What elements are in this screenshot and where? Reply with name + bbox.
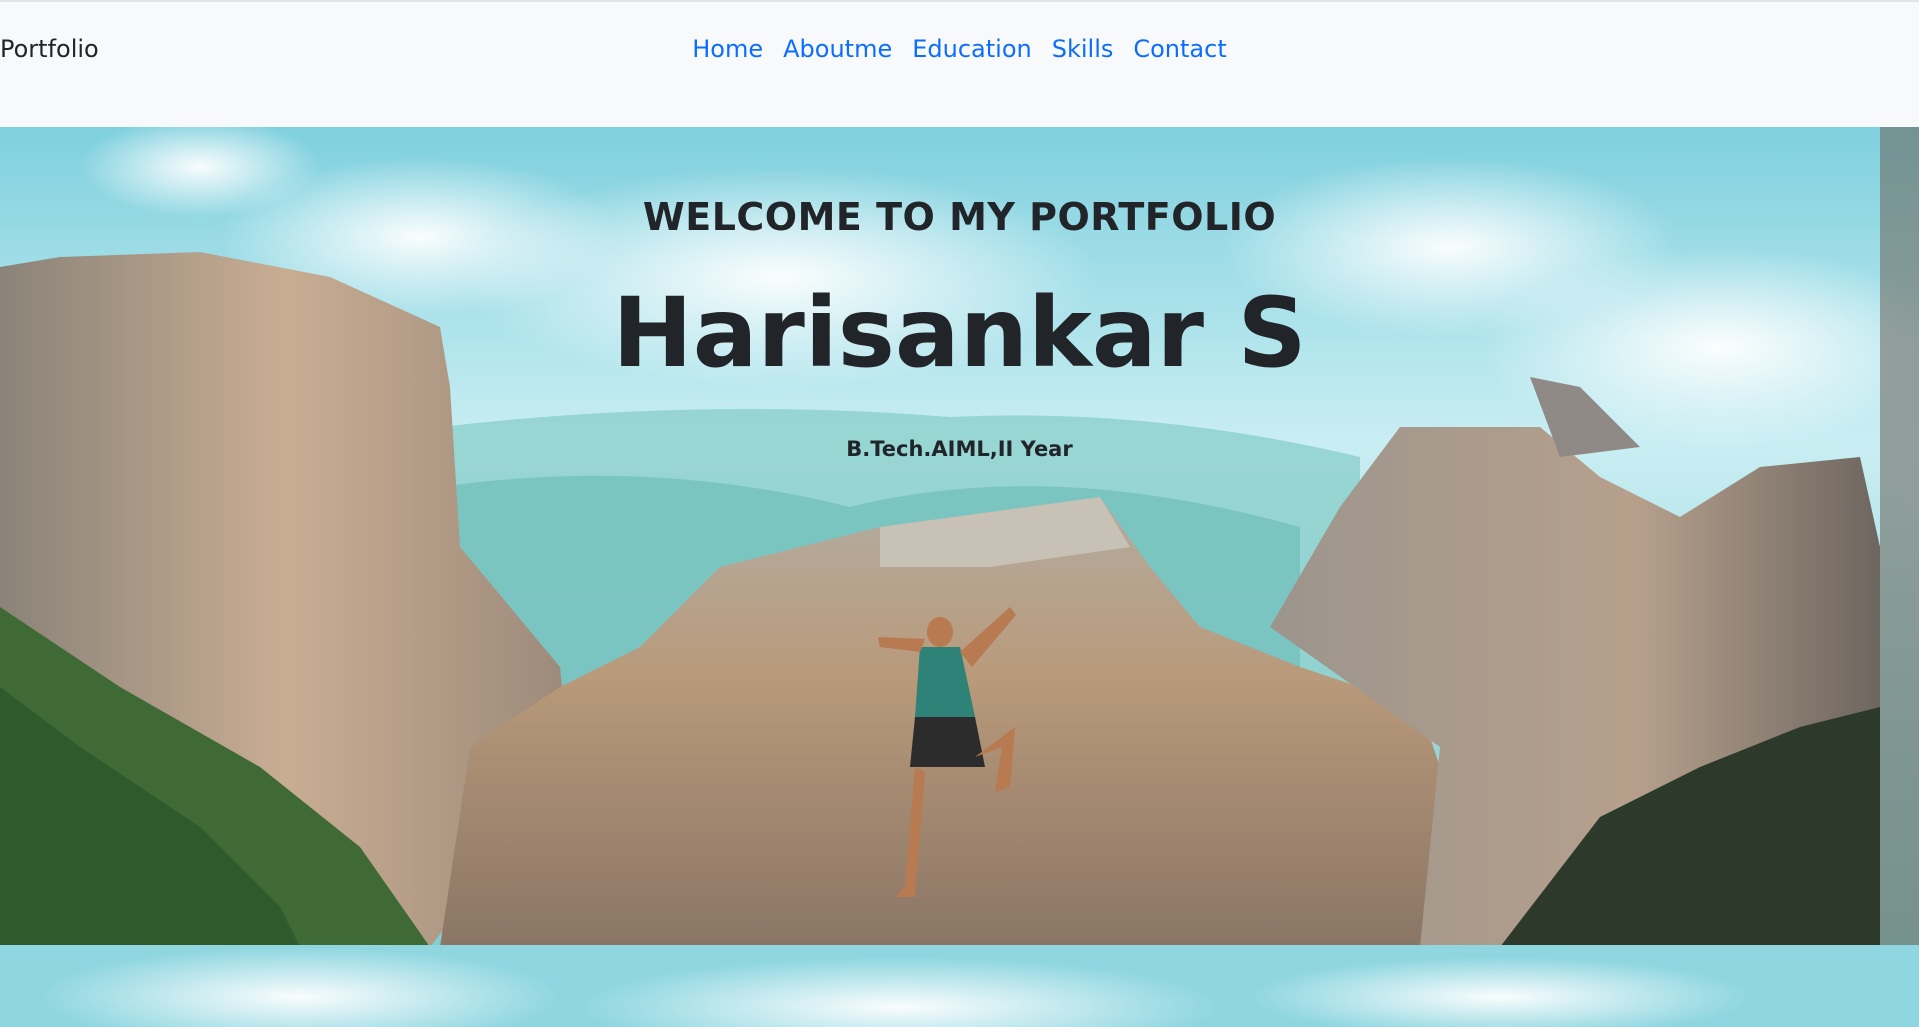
navbar: Portfolio Home Aboutme Education Skills … [0, 0, 1919, 127]
nav-links: Home Aboutme Education Skills Contact [0, 32, 1919, 66]
hero-section: WELCOME TO MY PORTFOLIO Harisankar S B.T… [0, 127, 1919, 1027]
hero-name-heading: Harisankar S [612, 277, 1307, 389]
hero-subtitle: B.Tech.AIML,II Year [846, 437, 1073, 461]
nav-link-home[interactable]: Home [682, 32, 773, 66]
nav-link-education[interactable]: Education [902, 32, 1041, 66]
hero-welcome-heading: WELCOME TO MY PORTFOLIO [642, 195, 1277, 239]
nav-link-skills[interactable]: Skills [1042, 32, 1124, 66]
nav-link-aboutme[interactable]: Aboutme [773, 32, 902, 66]
hero-background-image [0, 127, 1919, 1027]
nav-link-contact[interactable]: Contact [1123, 32, 1236, 66]
